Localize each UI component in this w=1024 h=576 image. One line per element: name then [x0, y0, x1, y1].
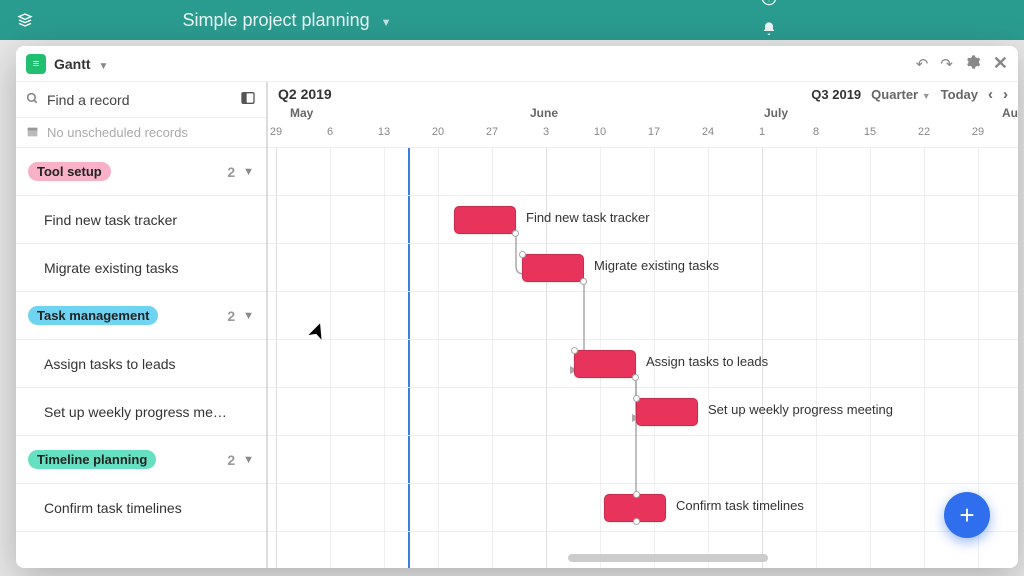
- day-label: 8: [813, 126, 819, 138]
- day-label: 6: [327, 126, 333, 138]
- view-switcher[interactable]: Gantt ▼: [54, 56, 108, 72]
- view-name-text: Gantt: [54, 56, 91, 72]
- quarter-left: Q2 2019: [278, 86, 332, 102]
- gantt-bar-label: Confirm task timelines: [676, 498, 804, 513]
- prev-range-button[interactable]: ‹: [988, 86, 993, 103]
- task-row[interactable]: Find new task tracker: [16, 196, 266, 244]
- day-label: 1: [759, 126, 765, 138]
- app-topbar: Simple project planning ▼ HELP ?: [0, 0, 1024, 40]
- day-label: 29: [972, 126, 984, 138]
- app-title-text: Simple project planning: [182, 10, 369, 30]
- calendar-icon: [26, 125, 39, 141]
- group-header[interactable]: Tool setup 2 ▼: [16, 148, 266, 196]
- app-title[interactable]: Simple project planning ▼: [46, 10, 528, 31]
- group-pill: Task management: [28, 306, 158, 325]
- task-row[interactable]: Confirm task timelines: [16, 484, 266, 532]
- day-label: 29: [270, 126, 282, 138]
- chevron-down-icon: ▼: [243, 166, 254, 178]
- gantt-bar-label: Set up weekly progress meeting: [708, 402, 893, 417]
- gantt-view-icon: ≡: [26, 54, 46, 74]
- task-row[interactable]: Set up weekly progress me…: [16, 388, 266, 436]
- gantt-modal: ≡ Gantt ▼ ↶ ↷ ✕ Find a record: [16, 46, 1018, 568]
- month-label: June: [530, 106, 558, 120]
- bell-icon[interactable]: [761, 21, 777, 42]
- gantt-toolbar: ≡ Gantt ▼ ↶ ↷ ✕: [16, 46, 1018, 82]
- search-input[interactable]: Find a record: [16, 82, 266, 118]
- timeline-header: Q2 2019 Q3 2019 Quarter ▼ Today ‹ › May J…: [268, 82, 1018, 148]
- day-label: 10: [594, 126, 606, 138]
- group-pill: Timeline planning: [28, 450, 156, 469]
- timeline-grid[interactable]: Find new task tracker Migrate existing t…: [268, 148, 1018, 568]
- group-count: 2: [227, 164, 235, 180]
- add-record-button[interactable]: +: [944, 492, 990, 538]
- day-label: 15: [864, 126, 876, 138]
- day-label: 27: [486, 126, 498, 138]
- day-label: 17: [648, 126, 660, 138]
- task-row[interactable]: Migrate existing tasks: [16, 244, 266, 292]
- group-header[interactable]: Task management 2 ▼: [16, 292, 266, 340]
- today-button[interactable]: Today: [941, 87, 978, 102]
- gantt-bar-label: Migrate existing tasks: [594, 258, 719, 273]
- next-range-button[interactable]: ›: [1003, 86, 1008, 103]
- record-rows: Tool setup 2 ▼ Find new task tracker Mig…: [16, 148, 266, 568]
- unscheduled-toggle[interactable]: No unscheduled records: [16, 118, 266, 148]
- gantt-bar-label: Find new task tracker: [526, 210, 650, 225]
- close-icon[interactable]: ✕: [993, 53, 1008, 74]
- undo-icon[interactable]: ↶: [916, 55, 929, 73]
- day-label: 3: [543, 126, 549, 138]
- group-pill: Tool setup: [28, 162, 111, 181]
- chevron-down-icon: ▼: [98, 61, 108, 72]
- month-label: Au: [1002, 106, 1018, 120]
- month-label: May: [290, 106, 313, 120]
- quarter-right: Q3 2019: [811, 87, 861, 102]
- horizontal-scrollbar[interactable]: [568, 554, 768, 562]
- gantt-bar[interactable]: [604, 494, 666, 522]
- gantt-bar[interactable]: [574, 350, 636, 378]
- gantt-bar[interactable]: [636, 398, 698, 426]
- gantt-bar[interactable]: [522, 254, 584, 282]
- group-count: 2: [227, 452, 235, 468]
- chevron-down-icon: ▼: [243, 454, 254, 466]
- search-placeholder: Find a record: [47, 92, 240, 108]
- day-label: 22: [918, 126, 930, 138]
- group-count: 2: [227, 308, 235, 324]
- gantt-bar[interactable]: [454, 206, 516, 234]
- svg-text:?: ?: [767, 0, 772, 3]
- unscheduled-label: No unscheduled records: [47, 125, 188, 140]
- day-label: 20: [432, 126, 444, 138]
- redo-icon[interactable]: ↷: [940, 55, 953, 73]
- search-icon: [26, 92, 39, 108]
- timeline-pane: Q2 2019 Q3 2019 Quarter ▼ Today ‹ › May J…: [268, 82, 1018, 568]
- gantt-bar-label: Assign tasks to leads: [646, 354, 768, 369]
- task-row[interactable]: Assign tasks to leads: [16, 340, 266, 388]
- gear-icon[interactable]: [965, 54, 981, 74]
- chevron-down-icon: ▼: [243, 310, 254, 322]
- month-label: July: [764, 106, 788, 120]
- help-icon[interactable]: ?: [761, 0, 777, 11]
- sidebar-collapse-icon[interactable]: [240, 90, 256, 109]
- chevron-down-icon: ▼: [381, 17, 392, 29]
- zoom-select[interactable]: Quarter ▼: [871, 87, 931, 102]
- day-label: 13: [378, 126, 390, 138]
- group-header[interactable]: Timeline planning 2 ▼: [16, 436, 266, 484]
- app-logo-icon: [14, 9, 36, 31]
- record-sidebar: Find a record No unscheduled records Too…: [16, 82, 268, 568]
- day-label: 24: [702, 126, 714, 138]
